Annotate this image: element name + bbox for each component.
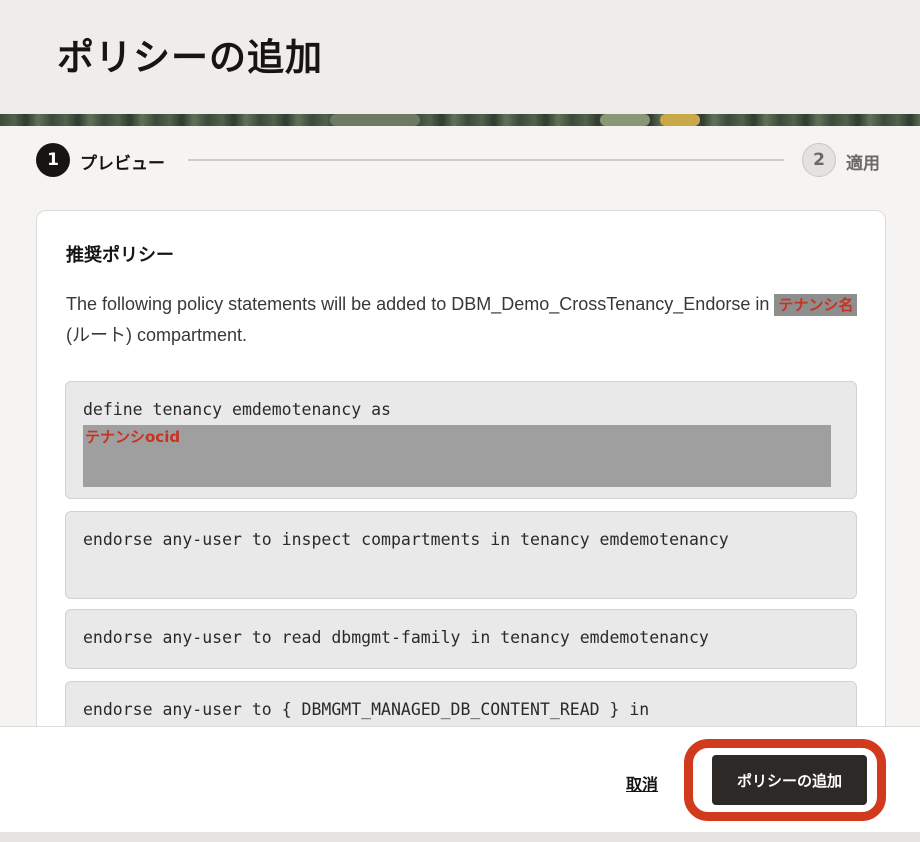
decorative-banner (0, 114, 920, 126)
policy-statement: endorse any-user to inspect compartments… (65, 511, 857, 599)
card-title: 推奨ポリシー (66, 245, 174, 266)
cancel-button[interactable]: 取消 (626, 771, 658, 795)
policy-statement: endorse any-user to read dbmgmt-family i… (65, 609, 857, 669)
redacted-tenancy-name: テナンシ名 (774, 294, 858, 316)
redacted-tenancy-ocid: テナンシocid (83, 425, 831, 487)
stepper: 1 プレビュー 2 適用 (36, 143, 886, 177)
dialog-footer: 取消 ポリシーの追加 (0, 726, 920, 832)
recommended-policy-card: 推奨ポリシー The following policy statements w… (36, 210, 886, 750)
statement-text: define tenancy emdemotenancy as (83, 400, 391, 419)
add-policy-button[interactable]: ポリシーの追加 (712, 755, 867, 805)
step-1-label: プレビュー (80, 154, 165, 174)
description-suffix: (ルート) compartment. (66, 325, 248, 345)
statement-text: endorse any-user to inspect compartments… (83, 530, 729, 549)
page-header: ポリシーの追加 (0, 0, 920, 114)
page-title: ポリシーの追加 (57, 36, 323, 79)
step-connector (188, 159, 784, 161)
step-2-number: 2 (802, 143, 836, 177)
policy-description: The following policy statements will be … (66, 289, 866, 350)
statement-text: endorse any-user to read dbmgmt-family i… (83, 628, 709, 647)
bottom-edge (0, 832, 920, 842)
policy-statement: define tenancy emdemotenancy as テナンシocid (65, 381, 857, 499)
step-2-label: 適用 (846, 154, 880, 174)
description-prefix: The following policy statements will be … (66, 294, 775, 314)
step-1-number: 1 (36, 143, 70, 177)
statement-text: endorse any-user to { DBMGMT_MANAGED_DB_… (83, 700, 650, 719)
